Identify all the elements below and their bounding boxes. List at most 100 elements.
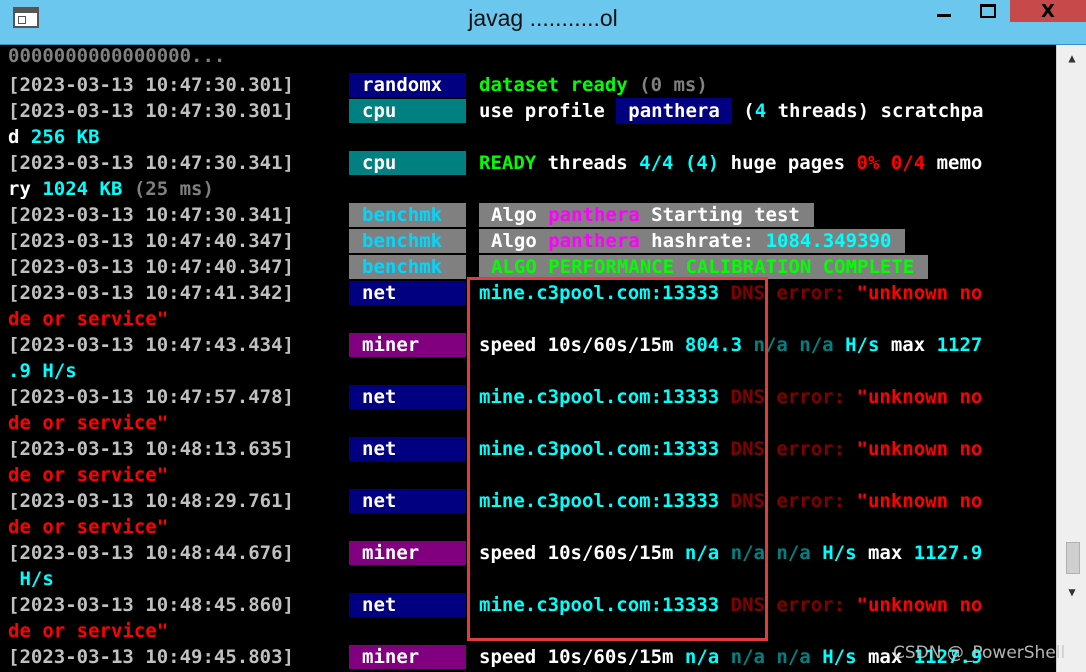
log-text: "unknown no (856, 438, 983, 460)
timestamp: [2023-03-13 10:48:45.860] (8, 594, 294, 616)
tag-badge: miner (349, 645, 466, 669)
partial-text: 0000000000000000... (8, 45, 226, 67)
timestamp: [2023-03-13 10:47:30.341] (8, 152, 294, 174)
tag-badge: benchmk (349, 203, 466, 227)
log-text: DNS error: (719, 386, 857, 408)
timestamp: [2023-03-13 10:47:43.434] (8, 334, 294, 356)
tag-badge: net (349, 593, 466, 617)
log-line-continued: de or service" (0, 462, 1056, 488)
log-line-continued: de or service" (0, 410, 1056, 436)
log-line: [2023-03-13 10:47:41.342] net mine.c3poo… (0, 280, 1056, 306)
timestamp: [2023-03-13 10:47:40.347] (8, 230, 294, 252)
timestamp: [2023-03-13 10:47:41.342] (8, 282, 294, 304)
profile-badge: panthera (616, 98, 732, 124)
log-text: 804.3 (684, 334, 743, 356)
log-text: READY (479, 152, 537, 174)
log-text: (25 ms) (122, 178, 214, 200)
pool-address: mine.c3pool.com:13333 (479, 594, 720, 616)
timestamp: [2023-03-13 10:47:30.301] (8, 100, 294, 122)
log-text: 4 (754, 100, 767, 122)
tag-badge: benchmk (349, 255, 466, 279)
pool-address: mine.c3pool.com:13333 (479, 438, 720, 460)
scroll-thumb[interactable] (1066, 542, 1080, 574)
log-line: [2023-03-13 10:47:40.347] benchmk Algo p… (0, 228, 1056, 254)
log-text: de or service" (8, 412, 169, 434)
timestamp: [2023-03-13 10:47:40.347] (8, 256, 294, 278)
log-line: [2023-03-13 10:47:57.478] net mine.c3poo… (0, 384, 1056, 410)
log-text: speed 10s/60s/15m (479, 334, 685, 356)
log-text: 0% 0/4 (856, 152, 926, 174)
log-text: memo (925, 152, 983, 174)
log-line: [2023-03-13 10:47:40.347] benchmk ALGO P… (0, 254, 1056, 280)
console-output[interactable]: 0000000000000000... [2023-03-13 10:47:30… (0, 45, 1056, 672)
log-text: H/s (822, 646, 857, 668)
log-text: H/s (8, 568, 54, 590)
log-text: Algo (491, 230, 549, 252)
hashrate-value: 1084.349390 (765, 230, 892, 252)
log-text: ALGO PERFORMANCE CALIBRATION COMPLETE (491, 256, 915, 278)
log-text: de or service" (8, 308, 169, 330)
log-text: (0 ms) (627, 74, 708, 96)
watermark: CSDN @_PowerShell (893, 643, 1066, 663)
log-text: de or service" (8, 620, 169, 642)
vertical-scrollbar[interactable]: ▲ ▼ (1056, 45, 1086, 672)
log-text: max (856, 542, 914, 564)
log-text: ry (8, 178, 43, 200)
log-text: n/a n/a (719, 646, 823, 668)
maximize-button[interactable] (966, 0, 1010, 22)
tag-badge: miner (349, 333, 466, 357)
log-line: [2023-03-13 10:48:13.635] net mine.c3poo… (0, 436, 1056, 462)
scroll-down-arrow-icon[interactable]: ▼ (1057, 585, 1086, 605)
log-text: n/a (684, 542, 720, 564)
log-text: DNS error: (719, 594, 857, 616)
scroll-up-arrow-icon[interactable]: ▲ (1057, 51, 1086, 71)
pool-address: mine.c3pool.com:13333 (479, 282, 720, 304)
tag-badge: cpu (349, 99, 466, 123)
title-bar[interactable]: javag ...........ol X (0, 0, 1086, 45)
log-text: dataset ready (479, 74, 628, 96)
log-text: "unknown no (856, 386, 983, 408)
log-text: Algo (491, 204, 549, 226)
log-line-continued: de or service" (0, 306, 1056, 332)
close-icon: X (1041, 0, 1055, 22)
tag-badge: benchmk (349, 229, 466, 253)
log-text: huge pages (719, 152, 857, 174)
algo-name: panthera (548, 230, 640, 252)
close-button[interactable]: X (1010, 0, 1086, 22)
log-text: H/s (845, 334, 880, 356)
log-text: threads (536, 152, 640, 174)
timestamp: [2023-03-13 10:47:30.301] (8, 74, 294, 96)
timestamp: [2023-03-13 10:48:13.635] (8, 438, 294, 460)
log-line-continued: ry 1024 KB (25 ms) (0, 176, 1056, 202)
log-line-continued: de or service" (0, 514, 1056, 540)
console-line-partial: 0000000000000000... (0, 45, 1056, 71)
log-line: [2023-03-13 10:47:30.341] cpu READY thre… (0, 150, 1056, 176)
maximize-icon (980, 4, 996, 18)
benchmark-box: Algo panthera hashrate: 1084.349390 (479, 229, 906, 253)
algo-name: panthera (548, 204, 640, 226)
log-line: [2023-03-13 10:47:30.301] cpu use profil… (0, 98, 1056, 124)
log-text: H/s (822, 542, 857, 564)
log-text: "unknown no (856, 282, 983, 304)
log-text: 1024 KB (42, 178, 123, 200)
log-text: de or service" (8, 464, 169, 486)
log-text: ( (731, 100, 755, 122)
timestamp: [2023-03-13 10:48:29.761] (8, 490, 294, 512)
timestamp: [2023-03-13 10:49:45.803] (8, 646, 294, 668)
tag-badge: net (349, 385, 466, 409)
log-text: n/a n/a (742, 334, 846, 356)
tag-badge: net (349, 489, 466, 513)
log-text: 4/4 (4) (639, 152, 720, 174)
tag-badge: randomx (349, 73, 466, 97)
log-text: n/a (684, 646, 720, 668)
timestamp: [2023-03-13 10:47:57.478] (8, 386, 294, 408)
log-text: .9 H/s (8, 360, 77, 382)
log-line-continued: d 256 KB (0, 124, 1056, 150)
minimize-icon (937, 13, 951, 17)
tag-badge: cpu (349, 151, 466, 175)
log-line: [2023-03-13 10:47:30.341] benchmk Algo p… (0, 202, 1056, 228)
log-text: 1127 (936, 334, 983, 356)
minimize-button[interactable] (922, 0, 966, 22)
log-text: 256 KB (30, 126, 100, 148)
log-line-continued: H/s (0, 566, 1056, 592)
